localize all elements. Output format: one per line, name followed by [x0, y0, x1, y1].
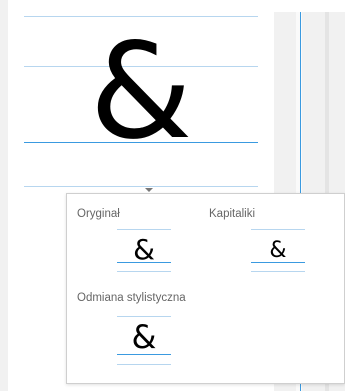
guide-line	[117, 271, 171, 272]
glyph-preview: &	[8, 0, 274, 200]
guide-line-descender	[24, 186, 258, 187]
guide-line	[251, 229, 305, 230]
original-variant-option[interactable]: &	[117, 224, 171, 272]
small-caps-label: Kapitaliki	[209, 208, 256, 220]
small-caps-variant-option[interactable]: &	[251, 224, 305, 272]
left-margin	[0, 0, 8, 391]
guide-line	[117, 316, 171, 317]
large-glyph: &	[89, 15, 193, 169]
stylistic-glyph: &	[131, 318, 157, 356]
stylistic-label: Odmiana stylistyczna	[77, 292, 186, 304]
stylistic-variant-option[interactable]: &	[117, 312, 171, 365]
glyph-variants-flyout: Oryginał Kapitaliki & & Odmiana stylisty…	[66, 193, 345, 384]
guide-line	[117, 229, 171, 230]
small-caps-glyph: &	[269, 238, 287, 263]
guide-line	[251, 271, 305, 272]
original-glyph: &	[133, 233, 155, 266]
original-label: Oryginał	[77, 208, 120, 220]
chevron-down-icon[interactable]	[145, 188, 153, 192]
guide-line	[117, 364, 171, 365]
